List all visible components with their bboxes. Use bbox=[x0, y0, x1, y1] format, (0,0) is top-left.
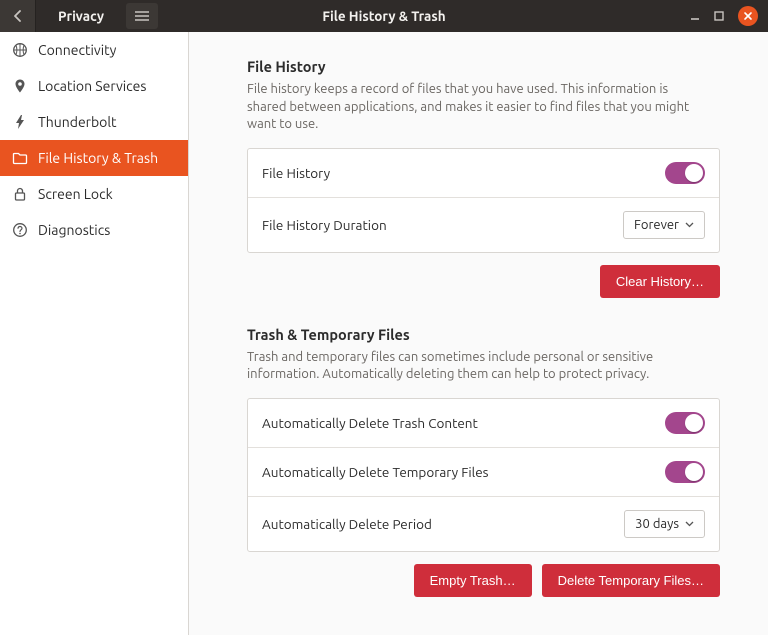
close-icon bbox=[743, 11, 753, 21]
sidebar-item-label: Diagnostics bbox=[38, 222, 110, 238]
empty-trash-button[interactable]: Empty Trash… bbox=[414, 564, 532, 597]
location-pin-icon bbox=[12, 78, 28, 94]
titlebar: Privacy File History & Trash bbox=[0, 0, 768, 32]
chevron-down-icon bbox=[685, 222, 694, 228]
delete-period-row: Automatically Delete Period 30 days bbox=[248, 496, 719, 551]
lock-icon bbox=[12, 186, 28, 202]
delete-temp-files-button[interactable]: Delete Temporary Files… bbox=[542, 564, 720, 597]
trash-section-title: Trash & Temporary Files bbox=[247, 326, 720, 343]
menu-button[interactable] bbox=[126, 3, 158, 29]
folder-icon bbox=[12, 150, 28, 166]
back-button[interactable] bbox=[0, 0, 36, 32]
chevron-left-icon bbox=[13, 10, 23, 22]
file-history-card: File History File History Duration Forev… bbox=[247, 148, 720, 253]
sidebar-item-label: Thunderbolt bbox=[38, 114, 117, 130]
maximize-icon bbox=[714, 11, 724, 21]
delete-trash-label: Automatically Delete Trash Content bbox=[262, 415, 478, 431]
sidebar-item-screen-lock[interactable]: Screen Lock bbox=[0, 176, 188, 212]
trash-card: Automatically Delete Trash Content Autom… bbox=[247, 398, 720, 552]
file-history-section-title: File History bbox=[247, 58, 720, 75]
file-history-duration-row: File History Duration Forever bbox=[248, 197, 719, 252]
file-history-duration-label: File History Duration bbox=[262, 217, 387, 233]
delete-period-label: Automatically Delete Period bbox=[262, 516, 432, 532]
sidebar: Connectivity Location Services Thunderbo… bbox=[0, 32, 189, 635]
question-circle-icon bbox=[12, 222, 28, 238]
delete-temp-label: Automatically Delete Temporary Files bbox=[262, 464, 489, 480]
titlebar-title-center: File History & Trash bbox=[322, 8, 445, 24]
delete-temp-row: Automatically Delete Temporary Files bbox=[248, 447, 719, 496]
content-pane: File History File history keeps a record… bbox=[189, 32, 768, 635]
file-history-toggle-row: File History bbox=[248, 149, 719, 197]
sidebar-item-diagnostics[interactable]: Diagnostics bbox=[0, 212, 188, 248]
thunderbolt-icon bbox=[12, 114, 28, 130]
close-button[interactable] bbox=[738, 6, 758, 26]
sidebar-item-thunderbolt[interactable]: Thunderbolt bbox=[0, 104, 188, 140]
trash-buttons: Empty Trash… Delete Temporary Files… bbox=[247, 564, 720, 597]
minimize-icon bbox=[690, 11, 700, 21]
maximize-button[interactable] bbox=[714, 11, 724, 21]
file-history-section-desc: File history keeps a record of files tha… bbox=[247, 81, 707, 134]
sidebar-item-location[interactable]: Location Services bbox=[0, 68, 188, 104]
sidebar-item-connectivity[interactable]: Connectivity bbox=[0, 32, 188, 68]
sidebar-item-label: Connectivity bbox=[38, 42, 116, 58]
delete-temp-toggle[interactable] bbox=[665, 461, 705, 483]
clear-history-button[interactable]: Clear History… bbox=[600, 265, 720, 298]
delete-trash-row: Automatically Delete Trash Content bbox=[248, 399, 719, 447]
dropdown-value: 30 days bbox=[635, 517, 679, 531]
trash-section-desc: Trash and temporary files can sometimes … bbox=[247, 349, 707, 384]
sidebar-item-label: Location Services bbox=[38, 78, 146, 94]
chevron-down-icon bbox=[685, 521, 694, 527]
file-history-toggle-label: File History bbox=[262, 165, 330, 181]
delete-period-dropdown[interactable]: 30 days bbox=[624, 510, 705, 538]
minimize-button[interactable] bbox=[690, 11, 700, 21]
file-history-toggle[interactable] bbox=[665, 162, 705, 184]
file-history-duration-dropdown[interactable]: Forever bbox=[623, 211, 705, 239]
sidebar-item-label: File History & Trash bbox=[38, 150, 158, 166]
sidebar-item-file-history-trash[interactable]: File History & Trash bbox=[0, 140, 188, 176]
globe-icon bbox=[12, 42, 28, 58]
file-history-buttons: Clear History… bbox=[247, 265, 720, 298]
sidebar-item-label: Screen Lock bbox=[38, 186, 113, 202]
delete-trash-toggle[interactable] bbox=[665, 412, 705, 434]
hamburger-icon bbox=[135, 11, 149, 21]
dropdown-value: Forever bbox=[634, 218, 679, 232]
titlebar-title-left: Privacy bbox=[58, 8, 104, 24]
window-controls bbox=[690, 6, 768, 26]
